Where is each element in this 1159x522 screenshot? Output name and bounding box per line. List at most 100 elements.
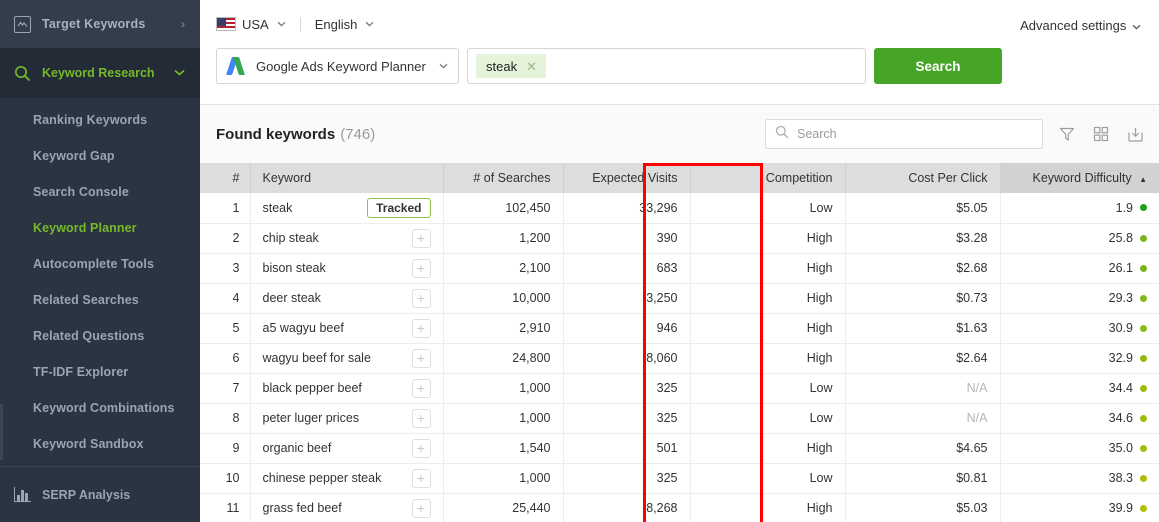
- table-search[interactable]: [765, 119, 1043, 149]
- table-row[interactable]: 5a5 wagyu beef+2,910946High$1.6330.9: [200, 313, 1159, 343]
- cpc-value: N/A: [967, 411, 988, 425]
- chevron-down-icon[interactable]: [174, 67, 185, 79]
- advanced-settings-toggle[interactable]: Advanced settings: [1020, 18, 1141, 33]
- column-header-searches[interactable]: # of Searches: [443, 163, 563, 193]
- cell-difficulty: 30.9: [1000, 313, 1159, 343]
- sidebar-item-keyword-planner[interactable]: Keyword Planner: [0, 210, 200, 246]
- cpc-value: $5.05: [956, 201, 987, 215]
- table-row[interactable]: 3bison steak+2,100683High$2.6826.1: [200, 253, 1159, 283]
- search-icon: [775, 125, 789, 144]
- chevron-down-icon: [1132, 22, 1141, 33]
- cell-keyword: a5 wagyu beef +: [250, 313, 443, 343]
- cell-num: 6: [200, 343, 250, 373]
- sidebar-item-autocomplete-tools[interactable]: Autocomplete Tools: [0, 246, 200, 282]
- language-selector[interactable]: English: [315, 17, 375, 32]
- cell-searches: 2,100: [443, 253, 563, 283]
- cell-keyword: organic beef+: [250, 433, 443, 463]
- sidebar-item-keyword-sandbox[interactable]: Keyword Sandbox: [0, 426, 200, 462]
- sidebar-top-label: Target Keywords: [42, 17, 146, 31]
- difficulty-value: 26.1: [1109, 261, 1133, 275]
- add-keyword-button[interactable]: +: [412, 439, 431, 458]
- sidebar-bottom-label: SERP Analysis: [42, 488, 130, 502]
- sidebar-section-keyword-research[interactable]: Keyword Research: [0, 48, 200, 98]
- keyword-input[interactable]: steak ✕: [467, 48, 866, 84]
- sidebar-item-target-keywords[interactable]: Target Keywords ›: [0, 0, 200, 48]
- column-header-visits[interactable]: Expected Visits: [563, 163, 690, 193]
- add-keyword-button[interactable]: +: [412, 499, 431, 518]
- cell-searches: 1,540: [443, 433, 563, 463]
- app-root: Target Keywords › Keyword Research Ranki…: [0, 0, 1159, 522]
- data-source-select[interactable]: Google Ads Keyword Planner: [216, 48, 459, 84]
- cell-searches: 25,440: [443, 493, 563, 522]
- results-toolbar: [765, 119, 1145, 149]
- table-row[interactable]: 6wagyu beef for sale+24,8008,060High$2.6…: [200, 343, 1159, 373]
- cell-cpc: $0.81: [845, 463, 1000, 493]
- add-keyword-button[interactable]: +: [412, 349, 431, 368]
- add-keyword-button[interactable]: +: [412, 259, 431, 278]
- add-keyword-button[interactable]: +: [412, 319, 431, 338]
- add-keyword-button[interactable]: +: [412, 469, 431, 488]
- sidebar-item-label: Related Questions: [33, 329, 144, 343]
- column-header-num[interactable]: #: [200, 163, 250, 193]
- keywords-table: # Keyword # of Searches Expected Visits …: [200, 163, 1159, 522]
- column-header-difficulty[interactable]: Keyword Difficulty ▲: [1000, 163, 1159, 193]
- cell-num: 2: [200, 223, 250, 253]
- table-body: 1steakTracked102,45033,296Low$5.051.92ch…: [200, 193, 1159, 522]
- cell-num: 3: [200, 253, 250, 283]
- sidebar-item-search-console[interactable]: Search Console: [0, 174, 200, 210]
- close-icon[interactable]: ✕: [526, 60, 537, 73]
- table-row[interactable]: 4deer steak+10,0003,250High$0.7329.3: [200, 283, 1159, 313]
- columns-icon[interactable]: [1091, 124, 1111, 144]
- keyword-text: a5 wagyu beef: [263, 321, 344, 335]
- cell-competition: Low: [690, 373, 845, 403]
- difficulty-dot: [1140, 415, 1147, 422]
- cell-cpc: $2.64: [845, 343, 1000, 373]
- difficulty-dot: [1140, 475, 1147, 482]
- filter-icon[interactable]: [1057, 124, 1077, 144]
- add-keyword-button[interactable]: +: [412, 229, 431, 248]
- add-keyword-button[interactable]: +: [412, 409, 431, 428]
- column-header-cpc[interactable]: Cost Per Click: [845, 163, 1000, 193]
- search-button[interactable]: Search: [874, 48, 1002, 84]
- table-row[interactable]: 9organic beef+1,540501High$4.6535.0: [200, 433, 1159, 463]
- search-toolbar: USA English Advanced settings: [200, 0, 1159, 105]
- export-icon[interactable]: [1125, 124, 1145, 144]
- sidebar-item-related-questions[interactable]: Related Questions: [0, 318, 200, 354]
- sidebar-item-ranking-keywords[interactable]: Ranking Keywords: [0, 102, 200, 138]
- country-selector[interactable]: USA: [216, 17, 286, 32]
- add-keyword-button[interactable]: +: [412, 379, 431, 398]
- cpc-value: $2.68: [956, 261, 987, 275]
- sidebar-item-keyword-gap[interactable]: Keyword Gap: [0, 138, 200, 174]
- cell-num: 10: [200, 463, 250, 493]
- add-keyword-button[interactable]: +: [412, 289, 431, 308]
- cell-difficulty: 39.9: [1000, 493, 1159, 522]
- search-input[interactable]: [797, 127, 1033, 141]
- sidebar-item-related-searches[interactable]: Related Searches: [0, 282, 200, 318]
- cell-visits: 325: [563, 403, 690, 433]
- page-title: Found keywords: [216, 126, 335, 143]
- sidebar-item-tf-idf-explorer[interactable]: TF-IDF Explorer: [0, 354, 200, 390]
- table-row[interactable]: 8peter luger prices+1,000325LowN/A34.6: [200, 403, 1159, 433]
- results-count: (746): [340, 126, 375, 143]
- sidebar-item-label: Keyword Combinations: [33, 401, 175, 415]
- column-header-competition[interactable]: Competition: [690, 163, 845, 193]
- table-row[interactable]: 7black pepper beef+1,000325LowN/A34.4: [200, 373, 1159, 403]
- cell-keyword: grass fed beef+: [250, 493, 443, 522]
- chevron-right-icon[interactable]: ›: [181, 17, 185, 31]
- difficulty-dot: [1140, 355, 1147, 362]
- cell-cpc: N/A: [845, 373, 1000, 403]
- column-header-keyword[interactable]: Keyword: [250, 163, 443, 193]
- sidebar-item-keyword-combinations[interactable]: Keyword Combinations: [0, 390, 200, 426]
- keyword-chip: steak ✕: [476, 54, 546, 78]
- table-row[interactable]: 10chinese pepper steak+1,000325Low$0.813…: [200, 463, 1159, 493]
- table-row[interactable]: 2chip steak+1,200390High$3.2825.8: [200, 223, 1159, 253]
- cell-cpc: $5.05: [845, 193, 1000, 223]
- tracked-badge[interactable]: Tracked: [367, 198, 430, 218]
- cell-keyword: peter luger prices+: [250, 403, 443, 433]
- difficulty-value: 30.9: [1109, 321, 1133, 335]
- sidebar-item-serp-analysis[interactable]: SERP Analysis: [0, 466, 200, 522]
- table-row[interactable]: 11grass fed beef+25,4408,268High$5.0339.…: [200, 493, 1159, 522]
- cell-cpc: $3.28: [845, 223, 1000, 253]
- table-row[interactable]: 1steakTracked102,45033,296Low$5.051.9: [200, 193, 1159, 223]
- difficulty-value: 34.6: [1109, 411, 1133, 425]
